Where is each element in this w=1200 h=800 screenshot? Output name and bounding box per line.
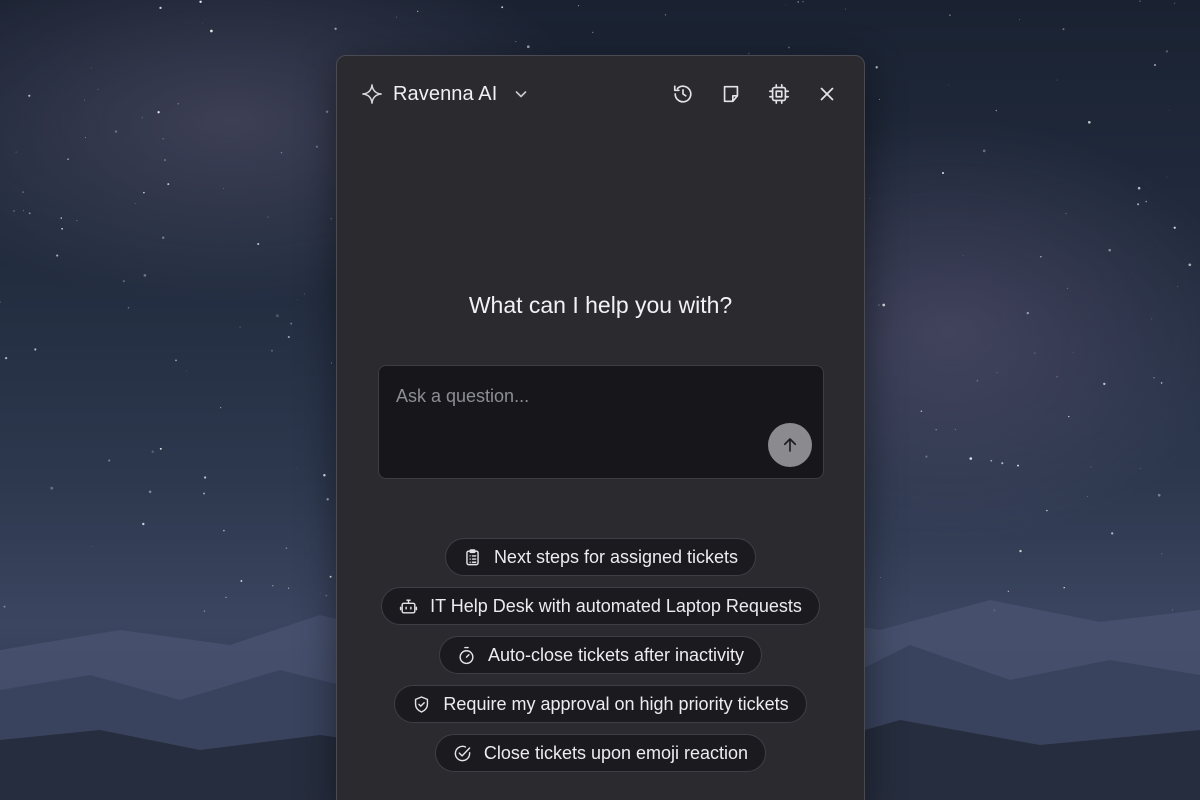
note-icon[interactable] (718, 81, 744, 107)
history-icon[interactable] (670, 81, 696, 107)
shield-check-icon (415, 695, 429, 713)
arrow-up-icon (783, 438, 797, 452)
clipboard-list-icon (466, 548, 479, 565)
suggestion-list: Next steps for assigned tickets IT Help … (337, 538, 864, 772)
ai-assistant-panel: Ravenna AI What can I help you with? Ask… (336, 55, 865, 800)
chip-icon[interactable] (766, 81, 792, 107)
suggestion-label: Require my approval on high priority tic… (443, 693, 789, 714)
timer-icon (459, 646, 474, 664)
sparkle-icon (361, 83, 383, 105)
ask-question-box (378, 365, 824, 479)
close-icon[interactable] (814, 81, 840, 107)
suggestion-chip-next-steps[interactable]: Next steps for assigned tickets (444, 538, 757, 576)
chevron-down-icon (513, 86, 529, 102)
suggestion-label: Next steps for assigned tickets (493, 546, 739, 567)
send-button[interactable] (768, 423, 812, 467)
suggestion-chip-close-emoji[interactable]: Close tickets upon emoji reaction (434, 734, 767, 772)
page-title: What can I help you with? (468, 292, 733, 318)
suggestion-label: IT Help Desk with automated Laptop Reque… (430, 595, 802, 616)
suggestion-chip-require-approval[interactable]: Require my approval on high priority tic… (394, 685, 807, 723)
header-actions (670, 81, 840, 107)
suggestion-label: Close tickets upon emoji reaction (483, 742, 749, 763)
suggestion-chip-auto-close[interactable]: Auto-close tickets after inactivity (438, 636, 763, 674)
ask-input[interactable] (379, 366, 823, 436)
bot-icon (399, 598, 418, 614)
suggestion-chip-it-help-desk[interactable]: IT Help Desk with automated Laptop Reque… (381, 587, 820, 625)
check-circle-icon (454, 745, 471, 761)
assistant-switcher[interactable]: Ravenna AI (361, 83, 529, 106)
panel-header: Ravenna AI (337, 56, 864, 132)
assistant-name: Ravenna AI (393, 82, 498, 105)
suggestion-label: Auto-close tickets after inactivity (487, 644, 745, 665)
